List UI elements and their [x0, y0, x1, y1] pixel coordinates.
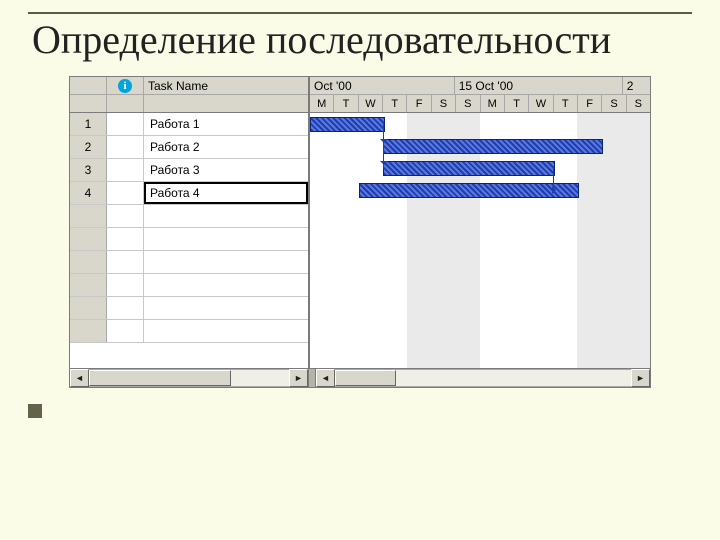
table-row[interactable] — [70, 251, 308, 274]
timescale-day[interactable]: T — [554, 95, 578, 112]
row-id[interactable]: 3 — [70, 159, 107, 181]
scroll-right-icon[interactable]: ► — [289, 369, 308, 387]
timescale-day[interactable]: T — [505, 95, 529, 112]
scroll-left-icon[interactable]: ◄ — [316, 369, 335, 387]
gantt-bar[interactable] — [383, 139, 604, 154]
slide-title: Определение последовательности — [32, 18, 692, 62]
row-id[interactable]: 1 — [70, 113, 107, 135]
timescale-day[interactable]: S — [627, 95, 650, 112]
col-info-header[interactable]: i — [107, 77, 144, 94]
task-name-cell[interactable]: Работа 3 — [144, 159, 308, 181]
hscroll-right[interactable]: ◄ ► — [316, 369, 650, 387]
timeline: Oct '0015 Oct '002 MTWTFSSMTWTFSS — [310, 77, 650, 368]
timescale-day[interactable]: M — [310, 95, 334, 112]
timescale-day[interactable]: W — [359, 95, 383, 112]
timescale-day[interactable]: W — [529, 95, 553, 112]
timescale-day[interactable]: F — [407, 95, 431, 112]
table-row[interactable] — [70, 297, 308, 320]
gantt-bar[interactable] — [383, 161, 555, 176]
col-taskname-header[interactable]: Task Name — [144, 77, 308, 94]
table-row[interactable] — [70, 205, 308, 228]
row-info[interactable] — [107, 136, 144, 158]
pane-splitter[interactable] — [308, 369, 316, 387]
scroll-left-icon[interactable]: ◄ — [70, 369, 89, 387]
timescale-day[interactable]: T — [334, 95, 358, 112]
gantt-window: i Task Name 1Работа 12Работа 23Работа 34… — [69, 76, 651, 388]
timescale-week[interactable]: Oct '00 — [310, 77, 455, 94]
timescale-week[interactable]: 2 — [623, 77, 650, 94]
task-table: i Task Name 1Работа 12Работа 23Работа 34… — [70, 77, 310, 368]
timescale-day[interactable]: F — [578, 95, 602, 112]
timescale-day[interactable]: S — [602, 95, 626, 112]
table-row[interactable]: 3 Работа 3 — [70, 159, 308, 182]
dependency-link — [553, 168, 555, 191]
scrollbar-row: ◄ ► ◄ ► — [70, 368, 650, 387]
gantt-bar[interactable] — [310, 117, 385, 132]
row-info[interactable] — [107, 159, 144, 181]
dependency-link — [383, 124, 385, 169]
col-id-header[interactable] — [70, 77, 107, 94]
task-name-cell[interactable]: Работа 4 — [144, 182, 308, 204]
timescale-day[interactable]: S — [456, 95, 480, 112]
table-row[interactable]: 4 Работа 4 — [70, 182, 308, 205]
table-row[interactable] — [70, 320, 308, 343]
row-id[interactable]: 2 — [70, 136, 107, 158]
table-row[interactable] — [70, 274, 308, 297]
table-row[interactable] — [70, 228, 308, 251]
task-name-cell[interactable]: Работа 2 — [144, 136, 308, 158]
table-row[interactable]: 2 Работа 2 — [70, 136, 308, 159]
timescale-day[interactable]: T — [383, 95, 407, 112]
info-icon: i — [118, 79, 132, 93]
row-info[interactable] — [107, 182, 144, 204]
hscroll-left[interactable]: ◄ ► — [70, 369, 308, 387]
timescale-week[interactable]: 15 Oct '00 — [455, 77, 623, 94]
timescale-day[interactable]: M — [481, 95, 505, 112]
row-info[interactable] — [107, 113, 144, 135]
scroll-right-icon[interactable]: ► — [631, 369, 650, 387]
slide-bullet-icon — [28, 404, 42, 418]
table-row[interactable]: 1 Работа 1 — [70, 113, 308, 136]
task-name-cell[interactable]: Работа 1 — [144, 113, 308, 135]
row-id[interactable]: 4 — [70, 182, 107, 204]
timescale-day[interactable]: S — [432, 95, 456, 112]
gantt-bar[interactable] — [359, 183, 580, 198]
